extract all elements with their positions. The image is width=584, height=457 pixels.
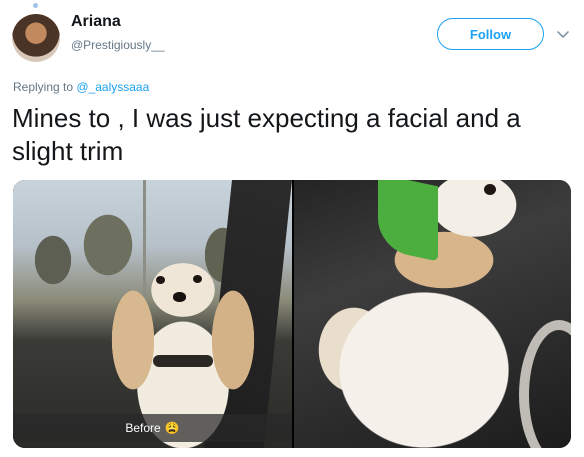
caption-text: Before [125, 421, 161, 435]
dog-nose [173, 292, 186, 302]
reply-context: Replying to @_aalyssaaa [13, 80, 149, 94]
tweet-text: Mines to , I was just expecting a facial… [12, 103, 521, 166]
photo-caption: Before 😩 [13, 414, 292, 442]
reply-to-link[interactable]: @_aalyssaaa [76, 80, 149, 94]
avatar-status-dot [33, 3, 38, 8]
dog-eye [156, 276, 165, 284]
dog-eye [193, 275, 202, 283]
follow-button[interactable]: Follow [437, 18, 544, 50]
dog-collar [153, 355, 213, 367]
weary-face-icon: 😩 [164, 421, 180, 435]
tweet-card: Ariana @Prestigiously__ Follow Replying … [0, 0, 584, 457]
photo-before[interactable]: Before 😩 [13, 180, 292, 448]
avatar[interactable] [12, 14, 60, 62]
author-display-name[interactable]: Ariana [71, 13, 121, 31]
dog-eye [484, 184, 496, 195]
chevron-down-icon[interactable] [555, 26, 571, 42]
author-handle[interactable]: @Prestigiously__ [71, 38, 165, 52]
photo-after[interactable] [294, 180, 571, 448]
media-grid: Before 😩 [13, 180, 571, 448]
reply-prefix: Replying to [13, 80, 74, 94]
